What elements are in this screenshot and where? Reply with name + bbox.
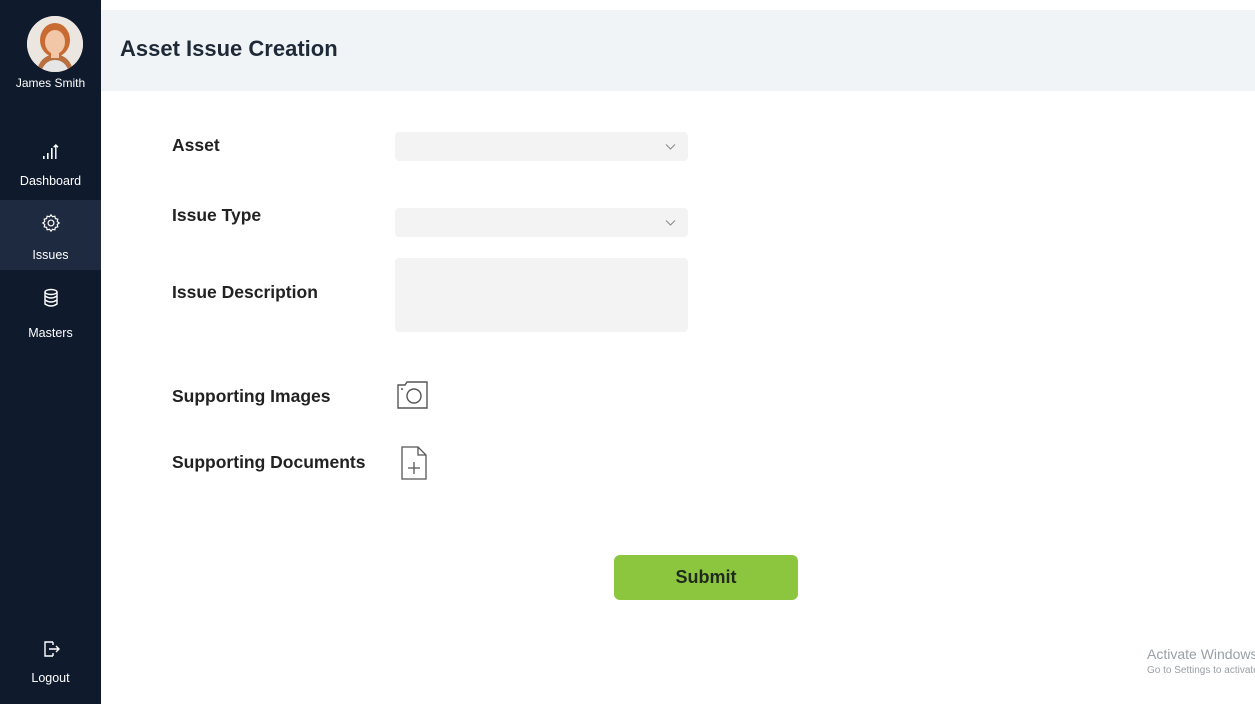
sidebar-item-label: Issues [32, 248, 69, 262]
sidebar-item-issues[interactable]: Issues [0, 200, 101, 270]
page-header: Asset Issue Creation [101, 10, 1255, 91]
sidebar: James Smith Dashboard Issues Masters Log… [0, 0, 101, 704]
supporting-documents-label: Supporting Documents [172, 452, 366, 472]
issue-type-label: Issue Type [172, 205, 262, 225]
logout-label: Logout [31, 671, 70, 685]
camera-icon[interactable] [396, 380, 430, 410]
logout-button[interactable]: Logout [0, 628, 101, 698]
watermark-line1: Activate Windows [1147, 646, 1255, 662]
sidebar-item-dashboard[interactable]: Dashboard [0, 130, 101, 200]
issue-description-label: Issue Description [172, 282, 318, 302]
asset-label: Asset [172, 135, 220, 155]
issue-type-select[interactable] [395, 208, 688, 237]
logout-icon [43, 641, 60, 657]
sidebar-item-masters[interactable]: Masters [0, 280, 101, 350]
gear-icon [41, 213, 60, 233]
avatar [27, 16, 83, 72]
add-document-icon[interactable] [400, 445, 428, 481]
supporting-images-label: Supporting Images [172, 386, 331, 406]
watermark-line2: Go to Settings to activate Windows. [1147, 665, 1255, 676]
chevron-down-icon [665, 144, 676, 150]
bar-chart-up-icon [42, 144, 58, 159]
user-profile[interactable]: James Smith [0, 0, 101, 100]
asset-select[interactable] [395, 132, 688, 161]
sidebar-item-label: Dashboard [19, 174, 82, 188]
database-icon [43, 288, 58, 307]
submit-button[interactable]: Submit [614, 555, 798, 600]
sidebar-item-label: Masters [28, 326, 73, 340]
chevron-down-icon [665, 220, 676, 226]
issue-description-input[interactable] [395, 258, 688, 332]
activate-windows-watermark: Activate Windows Go to Settings to activ… [1147, 646, 1255, 676]
user-name: James Smith [15, 76, 86, 90]
page-title: Asset Issue Creation [120, 36, 338, 61]
